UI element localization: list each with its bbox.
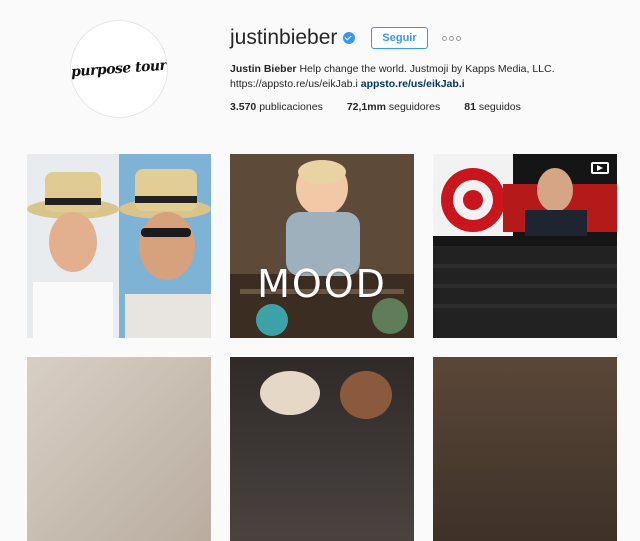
- profile-header: purpose tour justinbieber Seguir Justin …: [0, 0, 640, 140]
- video-icon: [591, 162, 609, 174]
- following-count[interactable]: 81 seguidos: [464, 101, 521, 113]
- photo-two-men-in-hats: [27, 154, 211, 338]
- photo-tile[interactable]: [433, 357, 617, 541]
- username: justinbieber: [230, 26, 338, 49]
- username-row: justinbieber Seguir: [230, 26, 461, 50]
- photo-tile[interactable]: MOOD: [230, 154, 414, 338]
- followers-number: 72,1mm: [346, 101, 386, 113]
- photo-tile[interactable]: [433, 154, 617, 338]
- follow-button[interactable]: Seguir: [371, 27, 428, 49]
- bio: Justin Bieber Help change the world. Jus…: [230, 62, 610, 92]
- photo-tile[interactable]: [230, 357, 414, 541]
- photo-tile[interactable]: [27, 154, 211, 338]
- following-number: 81: [464, 101, 476, 113]
- followers-count[interactable]: 72,1mm seguidores: [347, 101, 440, 113]
- photo-toddler-eating: [230, 154, 414, 338]
- following-label: seguidos: [475, 101, 521, 113]
- photo-tile[interactable]: [27, 357, 211, 541]
- more-options-icon[interactable]: [441, 35, 461, 41]
- photo-caption: MOOD: [257, 262, 387, 306]
- photo-video-still: [433, 154, 617, 338]
- posts-label: publicaciones: [256, 101, 323, 113]
- avatar[interactable]: purpose tour: [70, 20, 168, 118]
- verified-badge-icon: [343, 32, 356, 44]
- bio-link[interactable]: appsto.re/us/eikJab.i: [361, 78, 465, 90]
- profile-stats: 3.570 publicaciones 72,1mm seguidores 81…: [230, 101, 545, 113]
- posts-number: 3.570: [230, 101, 257, 113]
- followers-label: seguidores: [385, 101, 441, 113]
- posts-count: 3.570 publicaciones: [230, 101, 323, 113]
- photo-two-faces: [260, 371, 392, 419]
- avatar-logo: purpose tour: [70, 57, 168, 81]
- bio-name: Justin Bieber: [230, 63, 297, 75]
